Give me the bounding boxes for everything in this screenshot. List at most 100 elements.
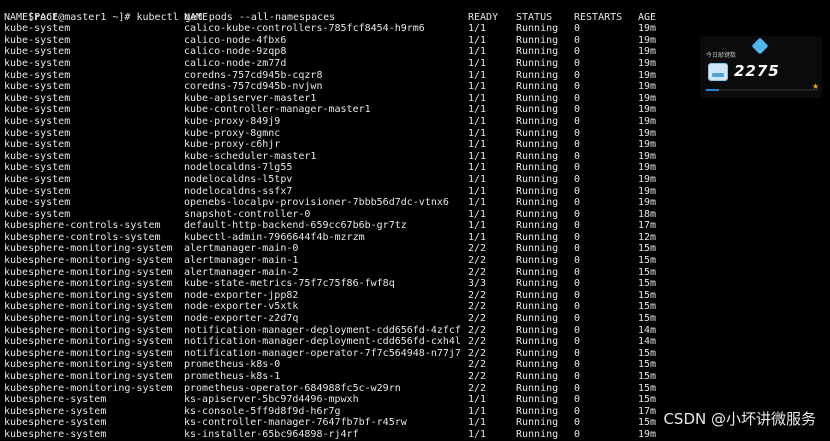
cell-status: Running	[516, 347, 559, 359]
cell-age: 15m	[638, 347, 657, 359]
cell-namespace: kube-system	[4, 104, 71, 116]
cell-name: kube-proxy-8gmnc	[184, 127, 281, 139]
cell-ready: 1/1	[468, 417, 487, 429]
cell-name: coredns-757cd945b-cqzr8	[184, 69, 323, 81]
cell-status: Running	[516, 34, 559, 46]
cell-ready: 2/2	[468, 255, 487, 267]
table-row: kube-system nodelocaldns-l5tpv 1/1 Running 0…	[4, 174, 830, 186]
cell-ready: 2/2	[468, 313, 487, 325]
cell-restarts: 0	[574, 23, 581, 35]
cell-status: Running	[516, 46, 559, 58]
cell-ready: 1/1	[468, 104, 487, 116]
cell-namespace: kubesphere-monitoring-system	[4, 382, 173, 394]
cell-name: nodelocaldns-ssfx7	[184, 185, 293, 197]
cell-ready: 2/2	[468, 371, 487, 382]
cell-age: 15m	[638, 255, 657, 267]
cell-ready: 1/1	[468, 185, 487, 197]
cell-name: prometheus-k8s-0	[184, 359, 281, 371]
table-row: kubesphere-monitoring-system prometheus-k…	[4, 359, 830, 371]
cell-namespace: kube-system	[4, 23, 71, 35]
cell-restarts: 0	[574, 278, 581, 290]
cell-restarts: 0	[574, 173, 581, 185]
cell-name: calico-node-4fbx6	[184, 34, 287, 46]
table-row: kube-system kube-proxy-849j9 1/1 Running 0 19…	[4, 116, 830, 128]
table-row: kubesphere-monitoring-system node-exporte…	[4, 313, 830, 325]
cell-status: Running	[516, 255, 559, 267]
cell-status: Running	[516, 23, 559, 35]
cell-name: node-exporter-v5xtk	[184, 301, 299, 313]
cell-age: 15m	[638, 289, 657, 301]
table-row: kubesphere-system ks-apiserver-5bc97d4496…	[4, 394, 830, 406]
cell-name: ks-console-5ff9d8f9d-h6r7g	[184, 405, 341, 417]
cell-namespace: kube-system	[4, 185, 71, 197]
cell-restarts: 0	[574, 313, 581, 325]
cell-name: kube-controller-manager-master1	[184, 104, 371, 116]
cell-age: 19m	[638, 197, 657, 209]
cell-status: Running	[516, 231, 559, 243]
cell-restarts: 0	[574, 289, 581, 301]
cell-status: Running	[516, 115, 559, 127]
cell-ready: 1/1	[468, 220, 487, 232]
cell-status: Running	[516, 243, 559, 255]
table-row: kube-system openebs-localpv-provisioner-7…	[4, 197, 830, 209]
header-status: STATUS	[516, 11, 553, 23]
cell-status: Running	[516, 185, 559, 197]
cell-namespace: kubesphere-controls-system	[4, 220, 161, 232]
cell-restarts: 0	[574, 162, 581, 174]
cell-restarts: 0	[574, 394, 581, 406]
cell-ready: 1/1	[468, 34, 487, 46]
cell-ready: 1/1	[468, 428, 487, 440]
cell-name: kube-apiserver-master1	[184, 92, 317, 104]
cell-namespace: kube-system	[4, 57, 71, 69]
cell-name: node-exporter-jpp82	[184, 289, 299, 301]
cell-ready: 2/2	[468, 243, 487, 255]
table-row: kubesphere-controls-system default-http-b…	[4, 220, 830, 232]
cell-age: 19m	[638, 46, 657, 58]
cell-namespace: kubesphere-monitoring-system	[4, 313, 173, 325]
cell-status: Running	[516, 127, 559, 139]
cell-age: 18m	[638, 208, 657, 220]
table-row: kubesphere-monitoring-system alertmanager…	[4, 255, 830, 267]
header-namespace: NAMESPACE	[4, 11, 59, 23]
cell-restarts: 0	[574, 92, 581, 104]
cell-age: 19m	[638, 139, 657, 151]
cell-name: openebs-localpv-provisioner-7bbb56d7dc-v…	[184, 197, 449, 209]
cell-status: Running	[516, 301, 559, 313]
progress-bar-fill	[706, 89, 720, 91]
cell-ready: 1/1	[468, 81, 487, 93]
cell-age: 15m	[638, 243, 657, 255]
cell-ready: 1/1	[468, 23, 487, 35]
header-age: AGE	[638, 11, 657, 23]
cell-ready: 2/2	[468, 266, 487, 278]
cell-status: Running	[516, 278, 559, 290]
cell-namespace: kubesphere-monitoring-system	[4, 347, 173, 359]
table-row: kubesphere-monitoring-system notification…	[4, 325, 830, 337]
cell-status: Running	[516, 150, 559, 162]
header-restarts: RESTARTS	[574, 11, 623, 23]
cell-namespace: kubesphere-monitoring-system	[4, 324, 173, 336]
cell-status: Running	[516, 266, 559, 278]
cell-namespace: kubesphere-monitoring-system	[4, 371, 173, 382]
cell-restarts: 0	[574, 405, 581, 417]
cell-ready: 3/3	[468, 278, 487, 290]
cell-namespace: kubesphere-controls-system	[4, 231, 161, 243]
cell-namespace: kube-system	[4, 208, 71, 220]
cell-age: 19m	[638, 185, 657, 197]
cell-namespace: kubesphere-monitoring-system	[4, 243, 173, 255]
cell-status: Running	[516, 324, 559, 336]
table-row: kubesphere-system ks-installer-65bc964898…	[4, 429, 830, 441]
cell-age: 19m	[638, 127, 657, 139]
table-row: kube-system kube-proxy-c6hjr 1/1 Running 0 19…	[4, 139, 830, 151]
table-row: kube-system calico-kube-controllers-785fc…	[4, 23, 830, 35]
cell-age: 12m	[638, 231, 657, 243]
cell-restarts: 0	[574, 57, 581, 69]
cell-namespace: kubesphere-monitoring-system	[4, 266, 173, 278]
keystroke-counter-widget[interactable]: 今日敲键数 2275 ★	[700, 36, 822, 98]
cell-ready: 2/2	[468, 347, 487, 359]
cell-name: default-http-backend-659cc67b6b-gr7tz	[184, 220, 407, 232]
cell-name: prometheus-operator-684988fc5c-w29rn	[184, 382, 401, 394]
cell-ready: 2/2	[468, 301, 487, 313]
cell-ready: 1/1	[468, 92, 487, 104]
table-row: kube-system snapshot-controller-0 1/1 Runni…	[4, 209, 830, 221]
table-row: kube-system nodelocaldns-7lg55 1/1 Running 0…	[4, 162, 830, 174]
